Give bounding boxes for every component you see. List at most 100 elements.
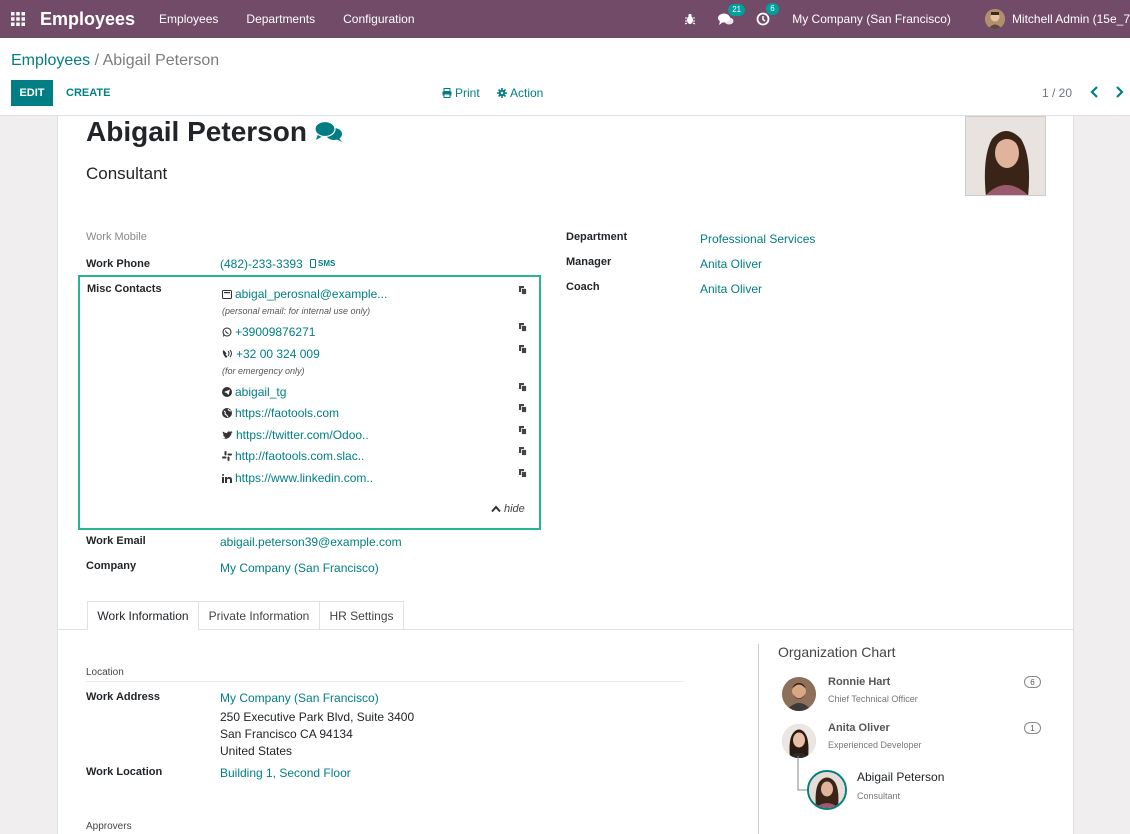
misc-phone-note: (for emergency only) [222,366,305,376]
org-avatar-ronnie-hart[interactable] [782,677,816,711]
coach-label: Coach [566,281,600,293]
copy-email-icon[interactable] [519,286,527,295]
misc-whatsapp-row[interactable]: +39009876271 [222,325,315,339]
globe-icon [222,408,232,418]
print-label: Print [455,86,480,100]
approvers-section-title: Approvers [86,821,132,832]
copy-whatsapp-icon[interactable] [519,323,527,332]
copy-phone-icon[interactable] [519,345,527,354]
messages-icon[interactable]: 21 [718,3,746,26]
sms-label: SMS [318,259,336,268]
org-count-ronnie-hart[interactable]: 6 [1024,676,1041,688]
pager-next-chevron-icon[interactable] [1114,86,1124,101]
work-address-line1: 250 Executive Park Blvd, Suite 3400 [220,710,415,724]
misc-twitter-row[interactable]: https://twitter.com/Odoo.. [222,428,369,442]
whatsapp-icon [222,327,232,337]
work-email-value[interactable]: abigail.peterson39@example.com [220,535,402,549]
top-navbar: Employees Employees Departments Configur… [0,0,1130,38]
print-icon [442,88,452,98]
org-node-name-anita-oliver[interactable]: Anita Oliver [828,722,890,734]
tab-hr-settings[interactable]: HR Settings [319,601,404,630]
debug-bug-icon[interactable] [684,13,696,25]
misc-slack-row[interactable]: http://faotools.com.slac.. [222,449,364,463]
copy-slack-icon[interactable] [519,447,527,456]
menu-configuration[interactable]: Configuration [343,12,414,26]
tab-work-information[interactable]: Work Information [87,601,199,630]
misc-twitter-value: https://twitter.com/Odoo.. [236,428,369,442]
location-section-divider [86,681,684,682]
org-avatar-anita-oliver[interactable] [782,724,816,758]
company-value[interactable]: My Company (San Francisco) [220,561,379,575]
misc-linkedin-value: https://www.linkedin.com.. [235,471,374,485]
coach-value[interactable]: Anita Oliver [700,282,762,296]
activities-clock-icon[interactable]: 6 [756,3,779,26]
org-node-title-abigail-peterson: Consultant [857,791,901,801]
breadcrumb-current: Abigail Peterson [102,52,220,69]
gear-icon [497,88,507,98]
user-avatar [984,9,1005,29]
mobile-phone-icon [310,259,316,268]
misc-telegram-row[interactable]: abigail_tg [222,385,286,399]
work-location-value[interactable]: Building 1, Second Floor [220,766,351,780]
manager-label: Manager [566,256,612,268]
user-menu[interactable]: Mitchell Admin (15e_7 [984,9,1130,29]
apps-menu-icon[interactable] [0,0,36,38]
work-phone-label: Work Phone [86,258,150,270]
copy-twitter-icon[interactable] [519,426,527,435]
org-node-title-ronnie-hart: Chief Technical Officer [828,694,918,704]
org-node-title-anita-oliver: Experienced Developer [828,740,922,750]
app-brand[interactable]: Employees [40,9,135,30]
chat-bubbles-icon[interactable] [314,120,344,144]
pager-previous-chevron-icon[interactable] [1090,86,1100,101]
employee-name-text: Abigail Peterson [86,116,307,147]
create-button[interactable]: CREATE [66,80,110,106]
work-email-label: Work Email [86,535,146,547]
action-button[interactable]: Action [497,80,543,106]
breadcrumb-employees-link[interactable]: Employees [11,52,90,69]
misc-email-note: (personal email: for internal use only) [222,306,371,316]
hide-label: hide [504,503,525,515]
misc-telegram-value: abigail_tg [235,385,287,399]
messages-badge: 21 [728,3,746,16]
slack-icon [222,451,232,461]
misc-phone-row[interactable]: +32 00 324 009 [222,347,320,361]
work-address-label: Work Address [86,691,160,703]
org-node-name-ronnie-hart[interactable]: Ronnie Hart [828,676,890,688]
copy-website-icon[interactable] [519,404,527,413]
department-value[interactable]: Professional Services [700,232,815,246]
org-chart-title: Organization Chart [778,644,896,660]
org-count-anita-oliver[interactable]: 1 [1024,722,1041,734]
company-switcher[interactable]: My Company (San Francisco) [792,12,951,26]
hide-misc-toggle[interactable]: hide [491,503,525,515]
menu-departments[interactable]: Departments [246,12,315,26]
misc-linkedin-row[interactable]: https://www.linkedin.com.. [222,471,373,485]
work-phone-value[interactable]: (482)-233-3393 [220,257,303,271]
control-panel: Employees / Abigail Peterson EDIT CREATE… [0,38,1130,116]
misc-phone-value: +32 00 324 009 [236,347,320,361]
sms-button[interactable]: SMS [310,259,335,268]
location-section-title: Location [86,667,124,678]
misc-email-row[interactable]: abigal_perosnal@example... [222,287,387,301]
edit-button[interactable]: EDIT [11,80,53,106]
twitter-icon [222,430,233,439]
misc-website-value: https://faotools.com [235,406,340,420]
user-name: Mitchell Admin (15e_7 [1011,12,1130,26]
tab-private-information[interactable]: Private Information [198,601,320,630]
copy-linkedin-icon[interactable] [519,469,527,478]
menu-employees[interactable]: Employees [159,12,218,26]
employee-photo[interactable] [965,116,1046,196]
department-label: Department [566,231,628,243]
pager-value[interactable]: 1 / 20 [1042,80,1072,106]
job-title: Consultant [86,164,168,183]
work-mobile-label: Work Mobile [86,231,147,243]
copy-telegram-icon[interactable] [519,383,527,392]
work-address-line2: San Francisco CA 94134 [220,727,353,741]
org-node-name-abigail-peterson: Abigail Peterson [857,770,945,784]
misc-website-row[interactable]: https://faotools.com [222,406,339,420]
chevron-up-icon [491,505,501,513]
manager-value[interactable]: Anita Oliver [700,257,762,271]
print-button[interactable]: Print [442,80,480,106]
work-address-company[interactable]: My Company (San Francisco) [220,691,379,705]
linkedin-icon [222,473,232,483]
misc-slack-value: http://faotools.com.slac.. [235,449,365,463]
